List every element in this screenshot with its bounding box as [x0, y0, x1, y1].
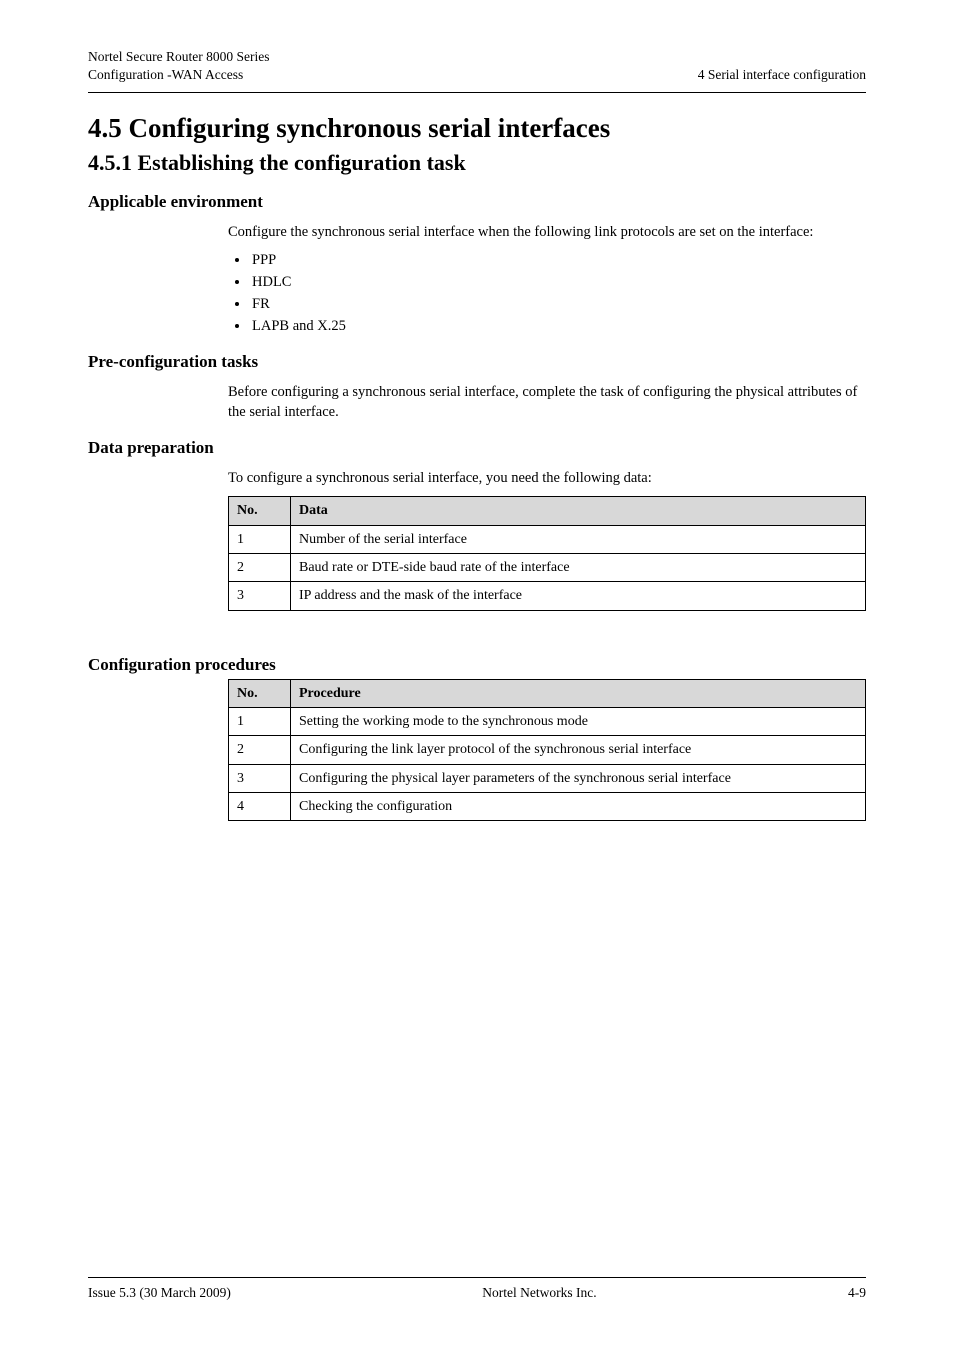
page: Nortel Secure Router 8000 Series Configu… [0, 0, 954, 1350]
table-header-row: No. Data [229, 497, 866, 525]
col-header-data: Data [291, 497, 866, 525]
cell-no: 1 [229, 708, 291, 736]
header-rule [88, 92, 866, 93]
cell-no: 3 [229, 582, 291, 610]
table-row: 3 Configuring the physical layer paramet… [229, 764, 866, 792]
applicable-environment-heading: Applicable environment [88, 192, 866, 212]
cell-no: 2 [229, 554, 291, 582]
preconfig-heading: Pre-configuration tasks [88, 352, 866, 372]
footer-center: Nortel Networks Inc. [482, 1284, 596, 1302]
table-row: 4 Checking the configuration [229, 792, 866, 820]
data-prep-heading: Data preparation [88, 438, 866, 458]
footer-left: Issue 5.3 (30 March 2009) [88, 1284, 231, 1302]
subsection-heading: 4.5.1 Establishing the configuration tas… [88, 150, 866, 176]
cell-item: Baud rate or DTE-side baud rate of the i… [291, 554, 866, 582]
cell-no: 1 [229, 525, 291, 553]
cell-item: Configuring the link layer protocol of t… [291, 736, 866, 764]
preconfig-body: Before configuring a synchronous serial … [228, 382, 866, 422]
page-footer: Issue 5.3 (30 March 2009) Nortel Network… [88, 1277, 866, 1302]
list-item: LAPB and X.25 [250, 316, 866, 336]
table-header-row: No. Procedure [229, 679, 866, 707]
cell-no: 3 [229, 764, 291, 792]
table-row: 2 Baud rate or DTE-side baud rate of the… [229, 554, 866, 582]
header-left-line1: Nortel Secure Router 8000 Series [88, 48, 269, 66]
config-proc-table: No. Procedure 1 Setting the working mode… [228, 679, 866, 822]
cell-item: Checking the configuration [291, 792, 866, 820]
footer-right: 4-9 [848, 1284, 866, 1302]
list-item: FR [250, 294, 866, 314]
config-proc-body: No. Procedure 1 Setting the working mode… [228, 679, 866, 822]
page-header: Nortel Secure Router 8000 Series Configu… [88, 48, 866, 86]
cell-no: 2 [229, 736, 291, 764]
data-prep-body: To configure a synchronous serial interf… [228, 468, 866, 610]
col-header-no: No. [229, 679, 291, 707]
header-right-line2: 4 Serial interface configuration [698, 66, 866, 84]
cell-item: Number of the serial interface [291, 525, 866, 553]
section-heading: 4.5 Configuring synchronous serial inter… [88, 113, 866, 144]
cell-item: Setting the working mode to the synchron… [291, 708, 866, 736]
table-row: 1 Setting the working mode to the synchr… [229, 708, 866, 736]
applicable-environment-intro: Configure the synchronous serial interfa… [228, 222, 866, 242]
cell-no: 4 [229, 792, 291, 820]
cell-item: Configuring the physical layer parameter… [291, 764, 866, 792]
list-item: HDLC [250, 272, 866, 292]
config-proc-heading: Configuration procedures [88, 655, 866, 675]
list-item: PPP [250, 250, 866, 270]
cell-item: IP address and the mask of the interface [291, 582, 866, 610]
footer-rule [88, 1277, 866, 1278]
protocol-list: PPP HDLC FR LAPB and X.25 [228, 250, 866, 336]
data-prep-table: No. Data 1 Number of the serial interfac… [228, 496, 866, 610]
table-row: 3 IP address and the mask of the interfa… [229, 582, 866, 610]
col-header-no: No. [229, 497, 291, 525]
preconfig-para: Before configuring a synchronous serial … [228, 382, 866, 422]
table-row: 1 Number of the serial interface [229, 525, 866, 553]
header-left-line2: Configuration -WAN Access [88, 66, 243, 84]
applicable-environment-body: Configure the synchronous serial interfa… [228, 222, 866, 336]
data-prep-intro: To configure a synchronous serial interf… [228, 468, 866, 488]
table-row: 2 Configuring the link layer protocol of… [229, 736, 866, 764]
col-header-procedure: Procedure [291, 679, 866, 707]
